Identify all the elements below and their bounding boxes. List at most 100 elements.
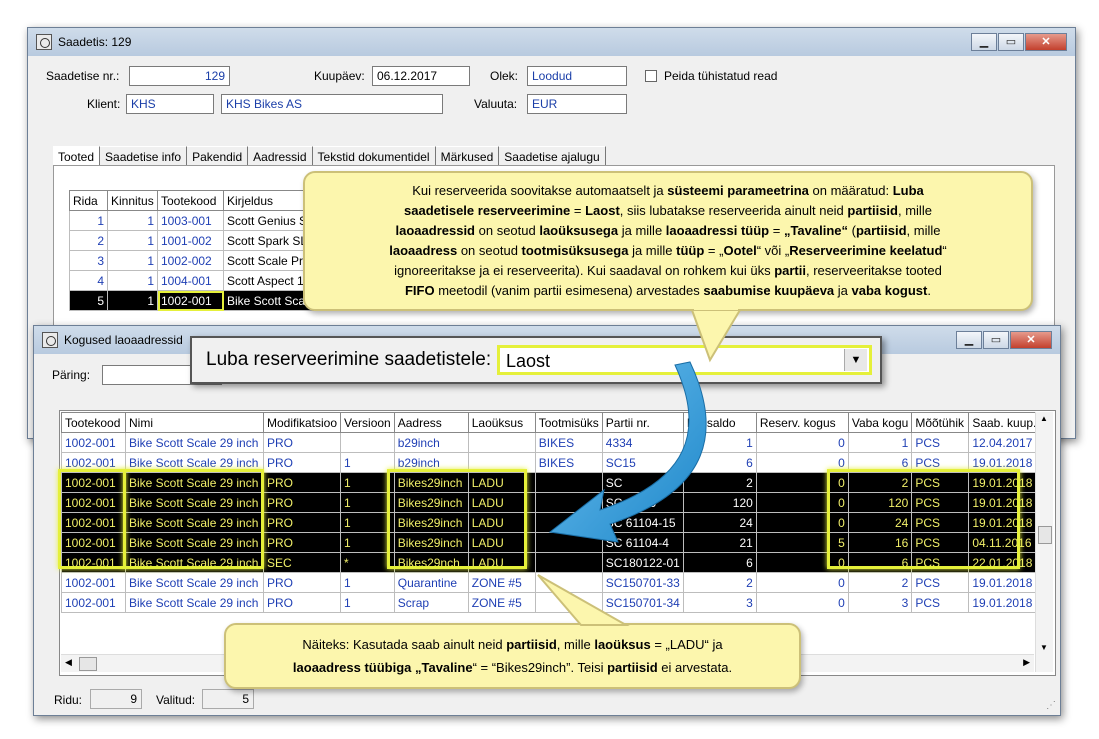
callout-text: saabumise kuupäeva (703, 283, 835, 298)
callout-text: = „ (704, 243, 724, 258)
table-row-selected[interactable]: 5 1 1002-001 Bike Scott Sca (69, 290, 314, 311)
cell: PRO (262, 512, 342, 533)
callout-text: süsteemi parameetrina (667, 183, 809, 198)
table-row[interactable]: 4 1 1004-001 Scott Aspect 1 (69, 270, 314, 291)
cell: PCS (911, 572, 970, 593)
hscroll-thumb[interactable] (79, 657, 97, 671)
tab-packages[interactable]: Pakendid (187, 146, 249, 167)
cell: 3 (682, 592, 757, 613)
grid-header-row: Rida Kinnitus Tootekood Kirjeldus (69, 190, 314, 211)
col-header[interactable]: Reserv. kogus (755, 412, 849, 433)
cell: 1003-001 (157, 210, 224, 231)
callout-text: Näiteks: Kasutada saab ainult neid (302, 637, 507, 652)
table-row[interactable]: 1 1 1003-001 Scott Genius S (69, 210, 314, 231)
callout-text: partiisid (607, 660, 658, 675)
callout-line: laoaadress on seotud tootmisüksusega ja … (313, 241, 1023, 261)
col-header[interactable]: Tootekood (157, 190, 224, 211)
vertical-scrollbar[interactable]: ▲ ▼ (1035, 412, 1053, 672)
cell: b29inch (393, 432, 469, 453)
cell (534, 552, 603, 573)
tab-history[interactable]: Saadetise ajalugu (499, 146, 606, 167)
maximize-icon[interactable]: ▭ (998, 33, 1024, 51)
scroll-left-icon[interactable]: ◀ (65, 657, 72, 668)
client-name-field[interactable]: KHS Bikes AS (221, 94, 443, 114)
col-header[interactable]: Aadress (393, 412, 469, 433)
close-icon[interactable]: ✕ (1010, 331, 1052, 349)
table-row[interactable]: 2 1 1001-002 Scott Spark SL (69, 230, 314, 251)
scroll-thumb[interactable] (1038, 526, 1052, 544)
callout-text: FIFO (404, 283, 435, 298)
resize-grip-icon[interactable]: ⋰ (1046, 700, 1056, 711)
cell: PRO (262, 492, 342, 513)
callout-line: ignoreeritakse ja ei reserveerita). Kui … (313, 261, 1023, 281)
cell: PRO (262, 532, 342, 553)
client-code-field[interactable]: KHS (126, 94, 214, 114)
callout-text: laoaadressi tüüp (665, 223, 770, 238)
close-icon[interactable]: ✕ (1025, 33, 1067, 51)
date-label: Kuupäev: (314, 69, 365, 83)
col-header[interactable]: Modifikatsioo (262, 412, 342, 433)
col-header[interactable]: Nimi (125, 412, 264, 433)
table-row[interactable]: 3 1 1002-002 Scott Scale Pr (69, 250, 314, 271)
scroll-up-icon[interactable]: ▲ (1040, 414, 1048, 423)
tab-document-texts[interactable]: Tekstid dokumentidel (312, 146, 436, 167)
col-header[interactable]: Tootekood (61, 412, 126, 433)
tab-shipment-info[interactable]: Saadetise info (100, 146, 188, 167)
col-header[interactable]: Mõõtühik (911, 412, 970, 433)
col-header[interactable]: Rida (69, 190, 108, 211)
scroll-right-icon[interactable]: ▶ (1023, 657, 1030, 668)
row-count-label: Ridu: (54, 693, 83, 707)
row-count-value: 9 (90, 689, 142, 709)
shipment-titlebar[interactable]: Saadetis: 129 ▁ ▭ ✕ (28, 28, 1075, 56)
callout-bottom-tail (537, 574, 630, 626)
stock-title: Kogused laoaadressid (64, 333, 183, 347)
reservation-setting-panel: Luba reserveerimine saadetistele: Laost … (190, 336, 882, 384)
callout-text: “ = “Bikes29inch”. Teisi (472, 660, 608, 675)
tab-notes[interactable]: Märkused (435, 146, 500, 167)
cell: 1 (107, 290, 158, 311)
cell: 19.01.2018 (968, 592, 1044, 613)
col-header[interactable]: Kinnitus (107, 190, 158, 211)
currency-field[interactable]: EUR (527, 94, 627, 114)
cell: PRO (262, 472, 342, 493)
date-field[interactable]: 06.12.2017 (372, 66, 470, 86)
cell: 6 (682, 552, 757, 573)
hide-cancelled-checkbox[interactable] (645, 70, 657, 82)
cell: Scott Genius S (223, 210, 314, 231)
cell: 1 (107, 270, 158, 291)
callout-text: laoaadressid (395, 223, 476, 238)
col-header[interactable]: Vaba kogu (847, 412, 913, 433)
maximize-icon[interactable]: ▭ (983, 331, 1009, 349)
col-header[interactable]: Saab. kuup. (968, 412, 1044, 433)
selected-count-label: Valitud: (156, 693, 196, 707)
hide-cancelled-label: Peida tühistatud read (664, 69, 778, 83)
callout-text: tootmisüksusega (521, 243, 629, 258)
callout-text: ja mille (628, 243, 677, 258)
cell: 1 (69, 210, 108, 231)
chevron-down-icon[interactable]: ▼ (844, 349, 867, 371)
callout-text: Reserveerimine keelatud (789, 243, 943, 258)
cell: PCS (911, 432, 970, 453)
minimize-icon[interactable]: ▁ (956, 331, 982, 349)
callout-text: ( (848, 223, 856, 238)
minimize-icon[interactable]: ▁ (971, 33, 997, 51)
tab-addresses[interactable]: Aadressid (248, 146, 313, 167)
callout-line: laoaadress tüübiga „Tavaline“ = “Bikes29… (232, 656, 793, 679)
cell: 1002-001 (61, 572, 126, 593)
tab-products[interactable]: Tooted (53, 146, 101, 167)
scroll-down-icon[interactable]: ▼ (1040, 643, 1048, 652)
cell: Scrap (393, 592, 469, 613)
col-header[interactable]: Versioon (340, 412, 395, 433)
products-grid[interactable]: Rida Kinnitus Tootekood Kirjeldus 1 1 10… (69, 190, 314, 311)
cell: PRO (262, 572, 342, 593)
currency-label: Valuuta: (474, 97, 518, 111)
cell: Bike Scott Scale 29 inch (125, 432, 264, 453)
col-header[interactable]: Kirjeldus (223, 190, 314, 211)
client-label: Klient: (87, 97, 121, 111)
col-header[interactable]: Laoüksus (467, 412, 536, 433)
shipment-nr-field[interactable]: 129 (129, 66, 230, 86)
status-field[interactable]: Loodud (527, 66, 627, 86)
cell: 4 (69, 270, 108, 291)
callout-text: partiisid (855, 223, 907, 238)
cell: 0 (755, 592, 849, 613)
